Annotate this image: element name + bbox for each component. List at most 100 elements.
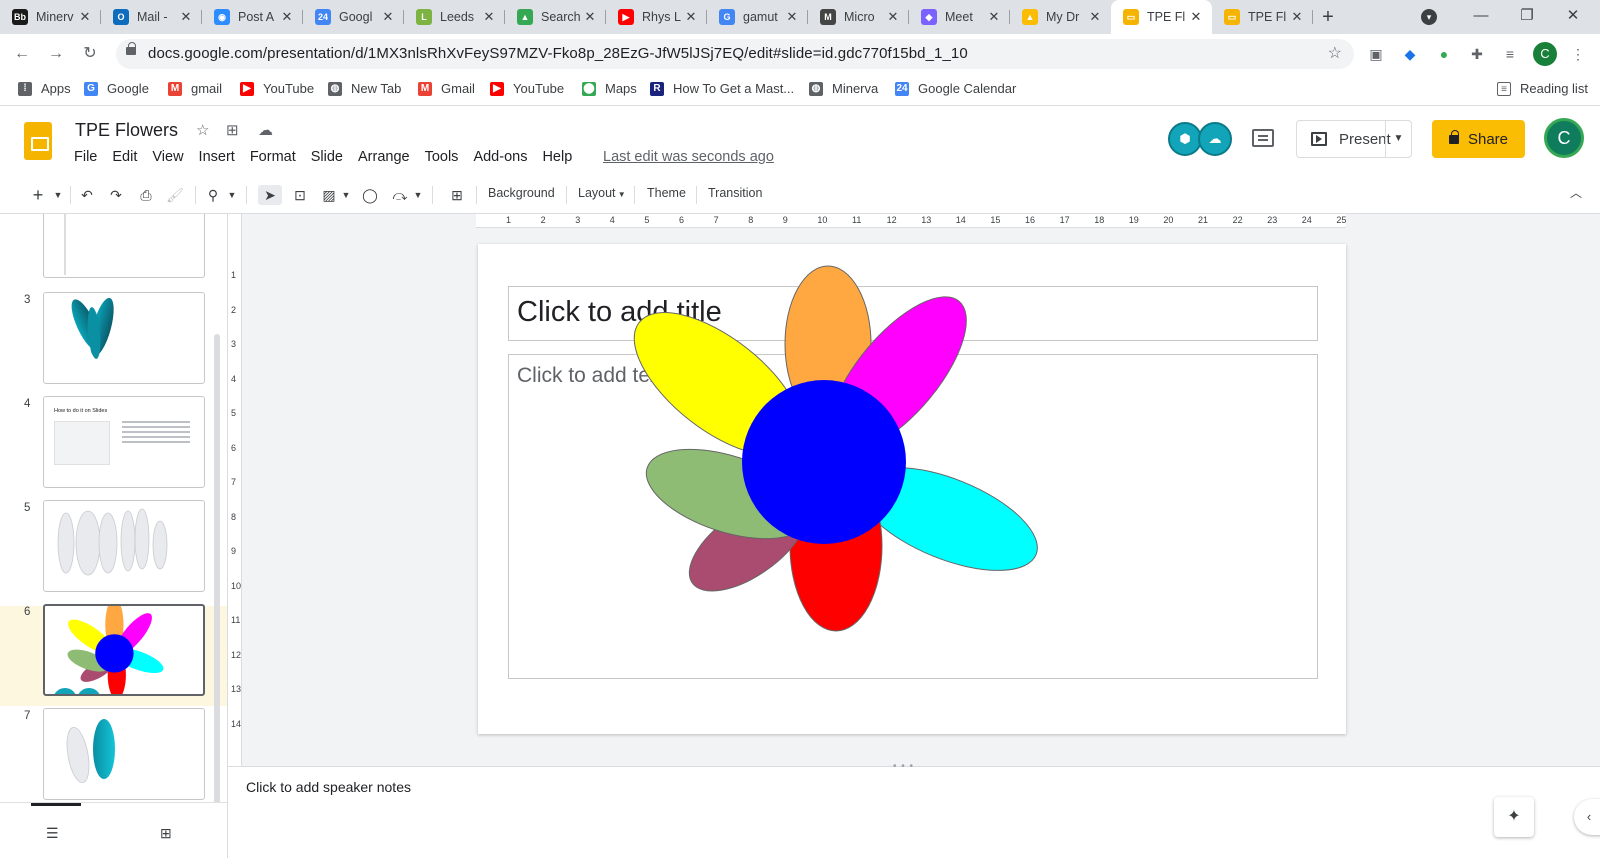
line-icon[interactable]: ⤼ [389, 185, 411, 205]
menu-add-ons[interactable]: Add-ons [473, 149, 527, 165]
extension-shield-icon[interactable]: ◆ [1400, 44, 1420, 64]
layout-button[interactable]: Layout ▼ [578, 186, 626, 200]
image-dropdown-icon[interactable]: ▼ [340, 185, 352, 205]
bookmark-item[interactable]: ◍ New Tab [328, 81, 401, 96]
tab-close-icon[interactable]: ✕ [784, 9, 800, 25]
extensions-puzzle-icon[interactable]: ✚ [1467, 44, 1487, 64]
background-button[interactable]: Background [488, 186, 555, 200]
browser-tab[interactable]: Bb Minerv ✕ [0, 0, 101, 34]
tab-close-icon[interactable]: ✕ [380, 9, 396, 25]
redo-icon[interactable]: ↷ [106, 185, 126, 205]
present-dropdown-icon[interactable]: ▼ [1385, 121, 1411, 157]
slide-6[interactable]: Click to add title Click to add tex [478, 244, 1346, 734]
browser-tab[interactable]: 24 Googl ✕ [303, 0, 404, 34]
reading-list[interactable]: ≡ Reading list [1497, 81, 1588, 96]
tab-close-icon[interactable]: ✕ [178, 9, 194, 25]
flower-center[interactable] [742, 380, 906, 544]
user-avatar[interactable]: C [1544, 118, 1584, 158]
side-panel-toggle-icon[interactable]: ‹ [1574, 799, 1600, 835]
tab-close-icon[interactable]: ✕ [986, 9, 1002, 25]
tab-close-icon[interactable]: ✕ [1188, 9, 1204, 25]
menu-edit[interactable]: Edit [112, 149, 137, 165]
tab-search-icon[interactable]: ▾ [1421, 9, 1437, 25]
tab-close-icon[interactable]: ✕ [1289, 9, 1305, 25]
evernote-icon[interactable]: ● [1434, 44, 1454, 64]
tab-close-icon[interactable]: ✕ [481, 9, 497, 25]
forward-icon[interactable]: → [44, 42, 68, 66]
notes-resize-grip[interactable]: • • • [893, 761, 914, 772]
collaborator-avatar[interactable]: ☁ [1198, 122, 1232, 156]
new-slide-icon[interactable]: + [28, 185, 48, 205]
bookmark-star-icon[interactable]: ☆ [1328, 43, 1342, 63]
tab-close-icon[interactable]: ✕ [1087, 9, 1103, 25]
lock-icon[interactable] [126, 42, 136, 55]
select-cursor-icon[interactable]: ➤ [258, 185, 282, 205]
tab-close-icon[interactable]: ✕ [885, 9, 901, 25]
horizontal-ruler[interactable]: 1 2 3 4 5 6 7 8 9 10 11 12 13 14 15 16 17 18 19 20 21 22 23 24 2… [476, 214, 1346, 228]
back-icon[interactable]: ← [10, 42, 34, 66]
bookmark-item[interactable]: ⁞ Apps [18, 81, 71, 96]
image-icon[interactable]: ▨ [318, 185, 340, 205]
slide-thumbnail-4[interactable]: How to do it on Slides [43, 396, 205, 488]
reload-icon[interactable]: ↻ [78, 42, 102, 66]
shape-icon[interactable]: ◯ [359, 185, 381, 205]
add-comment-icon[interactable]: ⊞ [446, 185, 468, 205]
browser-tab[interactable]: ▶ Rhys L ✕ [606, 0, 707, 34]
slide-thumbnail-7[interactable] [43, 708, 205, 800]
zoom-icon[interactable]: ⚲ [203, 185, 223, 205]
collaborator-avatar[interactable]: ⬢ [1168, 122, 1202, 156]
theme-button[interactable]: Theme [647, 186, 686, 200]
menu-tools[interactable]: Tools [425, 149, 459, 165]
move-folder-icon[interactable]: ⊞ [226, 121, 239, 139]
browser-tab[interactable]: ▭ TPE Fl ✕ [1111, 0, 1212, 34]
new-tab-icon[interactable]: + [1313, 0, 1343, 34]
browser-tab[interactable]: Ggamut ✕ [707, 0, 808, 34]
browser-tab[interactable]: O Mail - ✕ [101, 0, 202, 34]
bookmark-item[interactable]: 24 Google Calendar [895, 81, 1016, 96]
address-bar[interactable]: docs.google.com/presentation/d/1MX3nlsRh… [116, 39, 1354, 69]
filmstrip-scrollbar[interactable] [214, 334, 220, 804]
print-icon[interactable]: ⎙ [136, 185, 156, 205]
slide-thumbnail-6[interactable] [43, 604, 205, 696]
zoom-dropdown-icon[interactable]: ▼ [226, 185, 238, 205]
text-box-icon[interactable]: ⊡ [289, 185, 311, 205]
browser-tab[interactable]: ◆ Meet ✕ [909, 0, 1010, 34]
bookmark-item[interactable]: ▶ YouTube [240, 81, 314, 96]
media-control-icon[interactable]: ≡ [1500, 44, 1520, 64]
browser-profile-avatar[interactable]: C [1533, 42, 1557, 66]
slide-thumbnail-5[interactable] [43, 500, 205, 592]
collapse-menus-icon[interactable]: ︿ [1570, 184, 1582, 201]
chrome-menu-icon[interactable]: ⋮ [1568, 44, 1588, 64]
restore-icon[interactable]: ❐ [1504, 0, 1550, 34]
tab-close-icon[interactable]: ✕ [279, 9, 295, 25]
last-edit-link[interactable]: Last edit was seconds ago [603, 149, 774, 165]
grid-view-icon[interactable]: ⊞ [160, 825, 172, 842]
browser-tab[interactable]: ▲ Search ✕ [505, 0, 606, 34]
tab-close-icon[interactable]: ✕ [582, 9, 598, 25]
menu-insert[interactable]: Insert [199, 149, 235, 165]
slide-thumbnail-3[interactable] [43, 292, 205, 384]
minimize-icon[interactable]: — [1458, 0, 1504, 34]
paint-format-icon[interactable]: 🖌 [165, 185, 185, 205]
browser-tab[interactable]: ▭ TPE Fl ✕ [1212, 0, 1313, 34]
menu-arrange[interactable]: Arrange [358, 149, 410, 165]
line-dropdown-icon[interactable]: ▼ [412, 185, 424, 205]
bookmark-item[interactable]: ⬤ Maps [582, 81, 637, 96]
google-slides-logo-icon[interactable] [24, 122, 52, 160]
share-button[interactable]: Share [1432, 120, 1525, 158]
slide-thumbnail-2[interactable] [43, 214, 205, 278]
menu-file[interactable]: File [74, 149, 97, 165]
transition-button[interactable]: Transition [708, 186, 762, 200]
cast-icon[interactable]: ▣ [1366, 44, 1386, 64]
menu-slide[interactable]: Slide [311, 149, 343, 165]
vertical-ruler[interactable]: 1 2 3 4 5 6 7 8 9 10 11 12 13 14 [228, 214, 242, 766]
bookmark-item[interactable]: G Google [84, 81, 149, 96]
browser-tab[interactable]: L Leeds ✕ [404, 0, 505, 34]
menu-help[interactable]: Help [542, 149, 572, 165]
url-text[interactable]: docs.google.com/presentation/d/1MX3nlsRh… [148, 45, 968, 62]
browser-tab[interactable]: ◉ Post A ✕ [202, 0, 303, 34]
flower-drawing[interactable] [478, 244, 1346, 734]
browser-tab[interactable]: ▲ My Dr ✕ [1010, 0, 1111, 34]
close-window-icon[interactable]: ✕ [1550, 0, 1596, 34]
bookmark-item[interactable]: R How To Get a Mast... [650, 81, 794, 96]
